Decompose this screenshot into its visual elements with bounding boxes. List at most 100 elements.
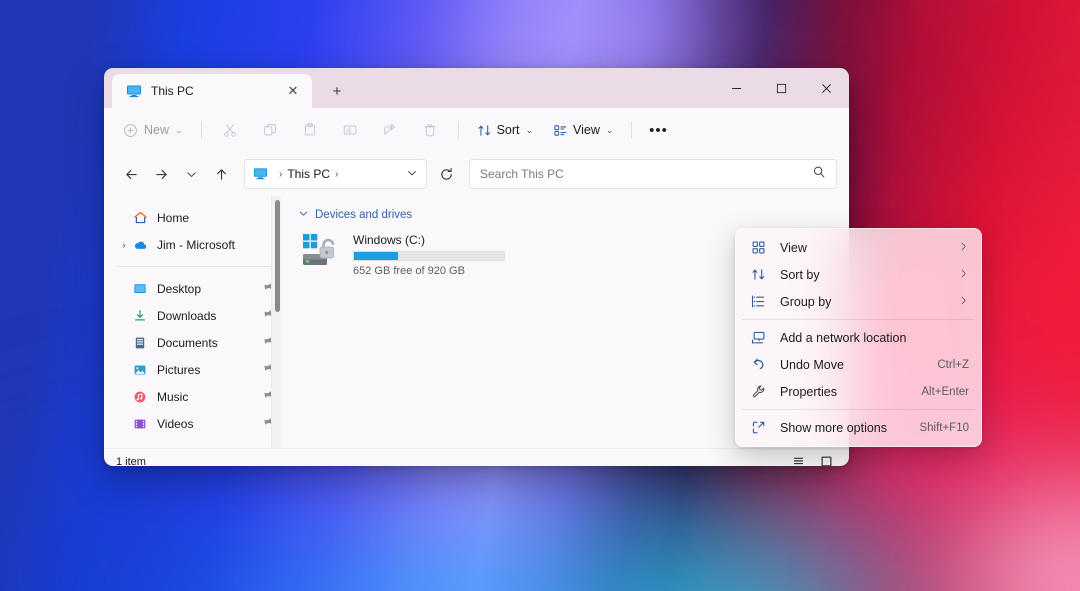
recent-locations-button[interactable]	[176, 159, 206, 189]
rename-button[interactable]: A	[331, 115, 369, 145]
view-button[interactable]: View ⌄	[544, 115, 622, 145]
sidebar-item-home[interactable]: Home	[110, 204, 278, 231]
sidebar-item-downloads[interactable]: Downloads	[110, 302, 278, 329]
breadcrumb-dropdown-button[interactable]	[402, 167, 422, 182]
details-view-button[interactable]	[787, 452, 809, 467]
chevron-down-icon	[408, 170, 416, 175]
share-icon	[383, 123, 395, 135]
window-controls	[714, 68, 849, 108]
drive-details: Windows (C:) 652 GB free of 920 GB	[353, 231, 524, 277]
onedrive-icon	[132, 237, 148, 253]
this-pc-icon	[126, 83, 142, 99]
context-menu-item-label: Undo Move	[780, 357, 844, 372]
documents-icon	[132, 335, 148, 351]
status-item-count: 1 item	[116, 455, 146, 467]
svg-text:A: A	[345, 128, 349, 134]
sidebar-scrollbar[interactable]	[271, 196, 281, 448]
tab-close-button[interactable]: ✕	[280, 79, 306, 103]
context-menu-item-properties[interactable]: Properties Alt+Enter	[740, 378, 977, 405]
sidebar-item-videos[interactable]: Videos	[110, 410, 278, 437]
refresh-button[interactable]	[431, 159, 461, 189]
context-menu-item-label: Show more options	[780, 420, 888, 435]
context-menu[interactable]: View Sort by Group by Add a network loca…	[735, 228, 982, 447]
copy-button[interactable]	[251, 115, 289, 145]
command-bar: New ⌄ A Sort ⌄ View ⌄ •••	[104, 108, 849, 152]
sidebar-item-documents[interactable]: Documents	[110, 329, 278, 356]
sort-icon	[750, 267, 766, 283]
sidebar-item-onedrive[interactable]: › Jim - Microsoft	[110, 231, 278, 258]
group-header-label: Devices and drives	[315, 208, 413, 221]
sidebar-item-label: Home	[157, 210, 190, 225]
group-icon	[750, 294, 766, 310]
cut-button[interactable]	[211, 115, 249, 145]
chevron-right-icon[interactable]: ›	[116, 240, 132, 250]
breadcrumb-separator: ›	[279, 168, 283, 180]
chevron-right-icon	[958, 241, 969, 255]
minimize-button[interactable]	[714, 68, 759, 108]
home-icon	[132, 210, 148, 226]
windows-drive-icon	[302, 233, 348, 273]
scissors-icon	[223, 124, 236, 137]
context-menu-item-show-more-options[interactable]: Show more options Shift+F10	[740, 414, 977, 441]
new-tab-button[interactable]: +	[324, 79, 350, 103]
context-menu-item-label: Sort by	[780, 267, 820, 282]
back-button[interactable]	[116, 159, 146, 189]
sidebar-item-label: Videos	[157, 416, 194, 431]
close-button[interactable]	[804, 68, 849, 108]
sort-button-label: Sort	[496, 123, 520, 137]
large-icons-view-button[interactable]	[815, 452, 837, 466]
maximize-button[interactable]	[759, 68, 804, 108]
context-menu-item-undo-move[interactable]: Undo Move Ctrl+Z	[740, 351, 977, 378]
chevron-right-icon	[958, 295, 969, 309]
context-menu-item-label: View	[780, 240, 807, 255]
pictures-icon	[132, 362, 148, 378]
forward-button[interactable]	[146, 159, 176, 189]
sort-button[interactable]: Sort ⌄	[468, 115, 542, 145]
context-menu-item-add-network-location[interactable]: Add a network location	[740, 324, 977, 351]
search-box[interactable]	[469, 159, 837, 189]
share-button[interactable]	[371, 115, 409, 145]
sidebar-scrollbar-thumb[interactable]	[275, 200, 280, 312]
new-button[interactable]: New ⌄	[114, 115, 192, 145]
drive-item-windows-c[interactable]: Windows (C:) 652 GB free of 920 GB	[298, 229, 528, 279]
up-button[interactable]	[206, 159, 236, 189]
this-pc-icon	[253, 166, 269, 182]
music-icon	[132, 389, 148, 405]
context-menu-item-label: Add a network location	[780, 330, 907, 345]
network-location-icon	[750, 330, 766, 346]
context-menu-item-sort-by[interactable]: Sort by	[740, 261, 977, 288]
tab-this-pc[interactable]: This PC ✕	[112, 74, 312, 108]
context-menu-item-group-by[interactable]: Group by	[740, 288, 977, 315]
sidebar-item-desktop[interactable]: Desktop	[110, 275, 278, 302]
sidebar-item-music[interactable]: Music	[110, 383, 278, 410]
arrow-up-icon	[216, 168, 226, 180]
context-menu-item-label: Properties	[780, 384, 837, 399]
downloads-icon	[132, 308, 148, 324]
toolbar-divider-2	[457, 121, 459, 139]
navigation-pane: Home › Jim - Microsoft Desktop Downloads…	[104, 196, 284, 448]
new-button-label: New	[144, 123, 170, 137]
drive-name: Windows (C:)	[353, 233, 426, 247]
chevron-down-icon[interactable]	[298, 208, 309, 221]
toolbar-divider-3	[631, 121, 633, 139]
view-icon	[554, 124, 567, 136]
paste-button[interactable]	[291, 115, 329, 145]
group-header-devices-and-drives[interactable]: Devices and drives	[298, 208, 849, 221]
breadcrumb-segment-this-pc[interactable]: This PC	[287, 167, 330, 181]
tiles-view-icon	[821, 456, 831, 466]
search-icon[interactable]	[812, 165, 826, 184]
breadcrumb[interactable]: › This PC ›	[244, 159, 427, 189]
undo-icon	[750, 357, 766, 373]
breadcrumb-separator: ›	[335, 168, 339, 180]
search-input[interactable]	[480, 167, 812, 181]
context-menu-item-view[interactable]: View	[740, 234, 977, 261]
sidebar-item-label: Jim - Microsoft	[157, 237, 235, 252]
window-titlebar: This PC ✕ +	[104, 68, 849, 108]
sidebar-item-label: Pictures	[157, 362, 201, 377]
see-more-button[interactable]: •••	[641, 115, 675, 145]
sidebar-item-pictures[interactable]: Pictures	[110, 356, 278, 383]
context-menu-item-accelerator: Shift+F10	[919, 421, 969, 434]
delete-button[interactable]	[411, 115, 449, 145]
context-menu-item-accelerator: Ctrl+Z	[937, 358, 969, 371]
arrow-right-icon	[155, 169, 167, 179]
